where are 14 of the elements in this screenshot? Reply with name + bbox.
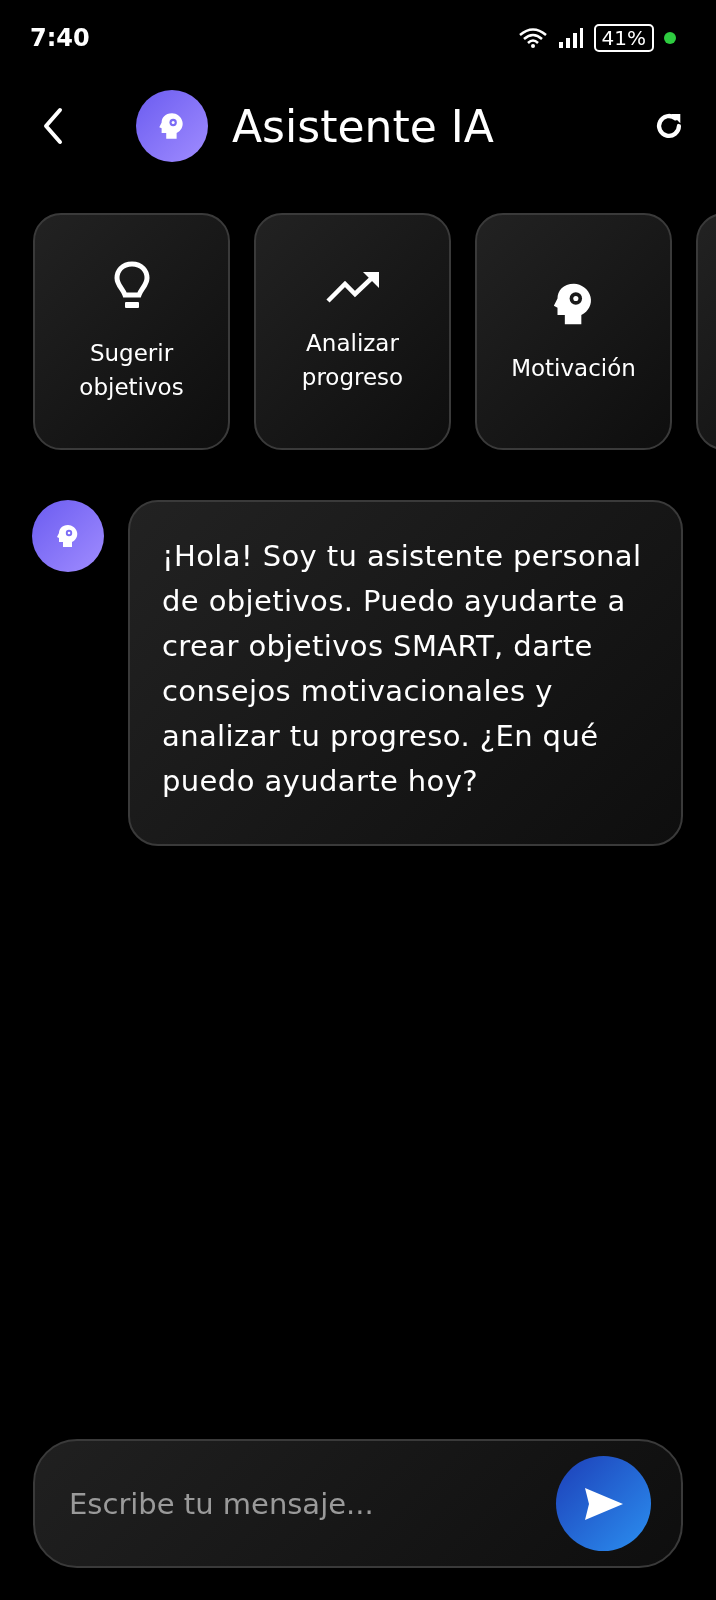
trending-up-icon — [324, 269, 381, 304]
quick-action-card[interactable]: Analizar progreso — [254, 213, 451, 450]
header-title: Asistente IA — [232, 100, 494, 152]
status-time: 7:40 — [30, 24, 90, 52]
quick-action-card[interactable]: Motivación — [475, 213, 672, 450]
charging-dot-icon — [664, 32, 676, 44]
head-gear-icon — [56, 523, 80, 549]
wifi-icon — [517, 27, 548, 49]
head-gear-icon — [158, 111, 186, 141]
message-bubble: ¡Hola! Soy tu asistente personal de objetivos. Puedo ayudarte a crear objetivos SMART, darte consejos motivacionales y analizar tu progreso. ¿En qué puedo ayudarte hoy? — [128, 500, 683, 846]
quick-action-card[interactable]: Sugerir objetivos — [33, 213, 230, 450]
send-icon — [582, 1485, 625, 1522]
battery-level: 41% — [593, 24, 654, 52]
signal-icon — [557, 27, 584, 49]
